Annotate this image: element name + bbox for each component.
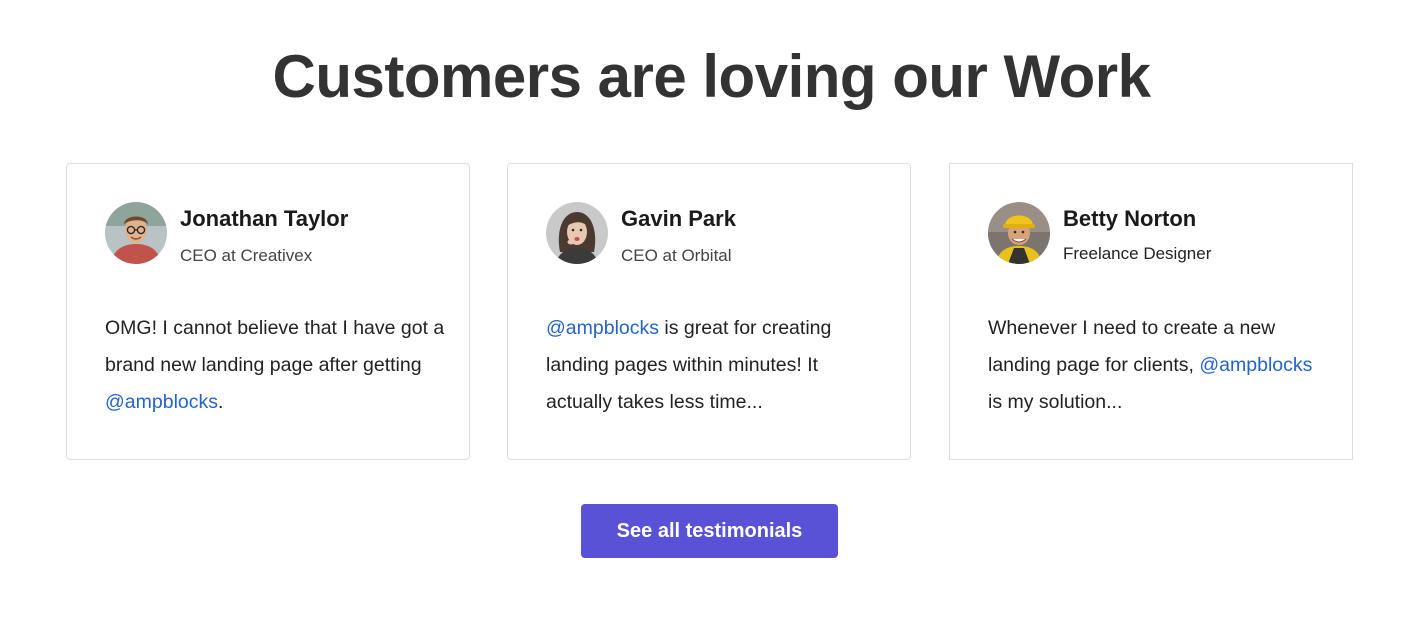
construction-worker-avatar — [988, 202, 1050, 264]
testimonial-name: Jonathan Taylor — [180, 206, 349, 231]
man-with-glasses-avatar — [105, 202, 167, 264]
mention-link[interactable]: @ampblocks — [1199, 354, 1312, 376]
see-all-testimonials-button[interactable]: See all testimonials — [581, 504, 838, 558]
testimonial-card: Betty Norton Freelance Designer Whenever… — [949, 163, 1353, 460]
testimonial-card: Gavin Park CEO at Orbital @ampblocks is … — [507, 163, 911, 460]
testimonial-quote: Whenever I need to create a new landing … — [988, 310, 1328, 421]
quote-text: OMG! I cannot believe that I have got a … — [105, 317, 445, 376]
testimonial-card: Jonathan Taylor CEO at Creativex OMG! I … — [66, 163, 470, 460]
testimonial-quote: OMG! I cannot believe that I have got a … — [105, 310, 445, 421]
woman-avatar — [546, 202, 608, 264]
testimonial-role: CEO at Orbital — [621, 246, 732, 265]
testimonial-cards: Jonathan Taylor CEO at Creativex OMG! I … — [66, 163, 1353, 460]
testimonial-name: Gavin Park — [621, 206, 736, 231]
testimonial-quote: @ampblocks is great for creating landing… — [546, 310, 886, 421]
section-heading: Customers are loving our Work — [272, 43, 1151, 110]
testimonial-role: Freelance Designer — [1063, 244, 1212, 263]
quote-text: is my solution... — [988, 391, 1123, 413]
mention-link[interactable]: @ampblocks — [546, 317, 659, 339]
quote-text: . — [218, 391, 224, 413]
mention-link[interactable]: @ampblocks — [105, 391, 218, 413]
testimonial-role: CEO at Creativex — [180, 246, 313, 265]
testimonial-name: Betty Norton — [1063, 206, 1197, 231]
